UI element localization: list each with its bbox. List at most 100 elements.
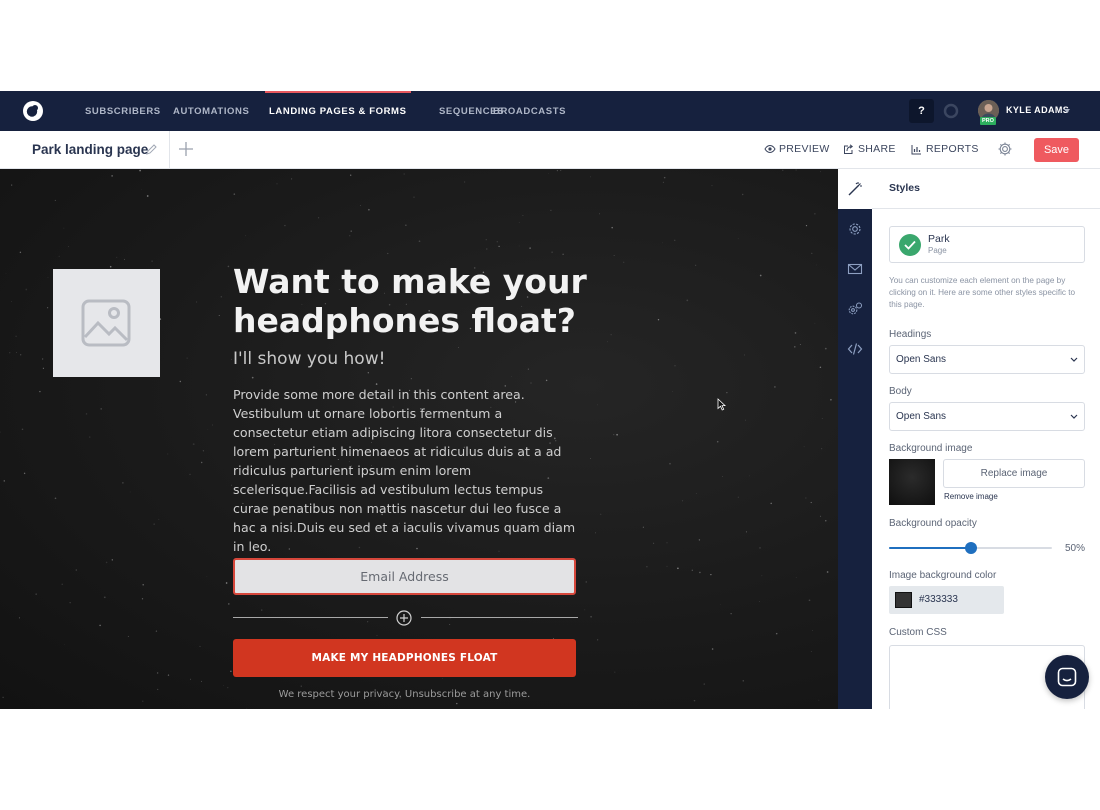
star-speck: [742, 680, 744, 682]
star-speck: [819, 515, 822, 517]
star-speck: [42, 358, 44, 360]
star-speck: [230, 358, 232, 360]
star-speck: [349, 235, 351, 237]
convertkit-logo-icon[interactable]: [21, 99, 45, 123]
nav-automations[interactable]: AUTOMATIONS: [173, 91, 249, 131]
star-speck: [808, 599, 811, 602]
reports-label: REPORTS: [926, 143, 979, 155]
star-speck: [16, 352, 17, 353]
star-speck: [123, 258, 125, 260]
star-speck: [23, 472, 26, 475]
chat-launcher[interactable]: [1045, 655, 1089, 699]
chevron-down-icon: [1070, 357, 1078, 362]
star-speck: [179, 380, 182, 383]
star-speck: [496, 241, 498, 243]
body-label: Body: [889, 386, 912, 397]
opacity-slider-handle[interactable]: [964, 542, 977, 554]
star-speck: [703, 683, 705, 685]
nav-broadcasts[interactable]: BROADCASTS: [493, 91, 566, 131]
code-icon[interactable]: [847, 341, 863, 357]
star-speck: [585, 581, 587, 583]
star-speck: [155, 630, 158, 632]
star-speck: [58, 255, 60, 257]
star-speck: [527, 368, 529, 370]
star-speck: [759, 601, 760, 602]
body-copy[interactable]: Provide some more detail in this content…: [233, 385, 578, 556]
gear-icon[interactable]: [997, 141, 1013, 157]
star-speck: [562, 253, 564, 255]
app-frame: SUBSCRIBERS AUTOMATIONS LANDING PAGES & …: [0, 91, 1100, 709]
star-speck: [186, 357, 188, 359]
star-speck: [666, 565, 668, 567]
star-speck: [387, 252, 389, 255]
star-speck: [2, 696, 4, 699]
star-speck: [20, 354, 22, 356]
star-speck: [726, 392, 728, 394]
star-speck: [795, 576, 797, 578]
star-speck: [711, 185, 713, 187]
share-button[interactable]: SHARE: [844, 143, 896, 155]
star-speck: [821, 448, 823, 450]
page-title[interactable]: Park landing page: [32, 142, 148, 157]
landing-page-canvas[interactable]: Want to make your headphones float? I'll…: [0, 169, 838, 709]
star-speck: [805, 497, 807, 499]
star-speck: [485, 239, 487, 241]
cta-button[interactable]: MAKE MY HEADPHONES FLOAT: [233, 639, 576, 677]
star-speck: [8, 351, 11, 354]
save-button[interactable]: Save: [1034, 138, 1079, 162]
replace-image-button[interactable]: Replace image: [943, 459, 1085, 488]
headline[interactable]: Want to make your headphones float?: [233, 262, 593, 340]
color-swatch[interactable]: [895, 592, 912, 608]
star-speck: [111, 559, 113, 561]
star-speck: [803, 446, 805, 448]
nav-subscribers[interactable]: SUBSCRIBERS: [85, 91, 161, 131]
star-speck: [142, 584, 144, 586]
panel-help-text: You can customize each element on the pa…: [889, 276, 1076, 309]
star-speck: [196, 301, 198, 303]
star-speck: [227, 265, 230, 268]
star-speck: [691, 569, 693, 571]
subheadline[interactable]: I'll show you how!: [233, 349, 385, 369]
color-picker-field[interactable]: #333333: [889, 586, 1004, 614]
star-speck: [816, 264, 818, 266]
remove-image-link[interactable]: Remove image: [944, 492, 998, 501]
privacy-text[interactable]: We respect your privacy. Unsubscribe at …: [233, 689, 576, 700]
star-speck: [693, 699, 696, 702]
star-speck: [99, 624, 101, 627]
star-speck: [686, 299, 689, 302]
panel-title: Styles: [889, 182, 920, 194]
plus-icon[interactable]: [178, 141, 194, 157]
star-speck: [449, 624, 451, 626]
template-card[interactable]: Park Page: [889, 226, 1085, 263]
image-placeholder[interactable]: [53, 269, 160, 377]
star-speck: [368, 208, 370, 211]
user-name[interactable]: KYLE ADAMS: [1006, 105, 1069, 115]
envelope-icon[interactable]: [847, 261, 863, 277]
star-speck: [759, 274, 762, 277]
body-font-select[interactable]: Open Sans: [889, 402, 1085, 431]
add-field-icon[interactable]: [396, 610, 412, 626]
chevron-down-icon[interactable]: [1064, 109, 1070, 113]
help-button[interactable]: ?: [909, 99, 934, 123]
star-speck: [10, 301, 12, 302]
star-speck: [116, 256, 118, 258]
magic-wand-icon[interactable]: [847, 181, 863, 197]
star-speck: [156, 672, 159, 674]
star-speck: [597, 639, 599, 641]
headings-font-select[interactable]: Open Sans: [889, 345, 1085, 374]
gear-icon[interactable]: [847, 221, 863, 237]
status-ring-icon[interactable]: [943, 103, 959, 119]
star-speck: [291, 178, 293, 180]
star-speck: [737, 496, 739, 498]
star-speck: [551, 251, 553, 253]
star-speck: [794, 346, 796, 348]
share-icon: [844, 144, 854, 154]
preview-button[interactable]: PREVIEW: [764, 143, 830, 155]
reports-button[interactable]: REPORTS: [911, 143, 979, 155]
nav-landing-pages-forms[interactable]: LANDING PAGES & FORMS: [265, 91, 411, 131]
gears-icon[interactable]: [847, 301, 863, 317]
email-field[interactable]: Email Address: [233, 558, 576, 595]
star-speck: [151, 260, 153, 262]
pencil-icon[interactable]: [145, 143, 158, 156]
star-speck: [64, 644, 66, 646]
